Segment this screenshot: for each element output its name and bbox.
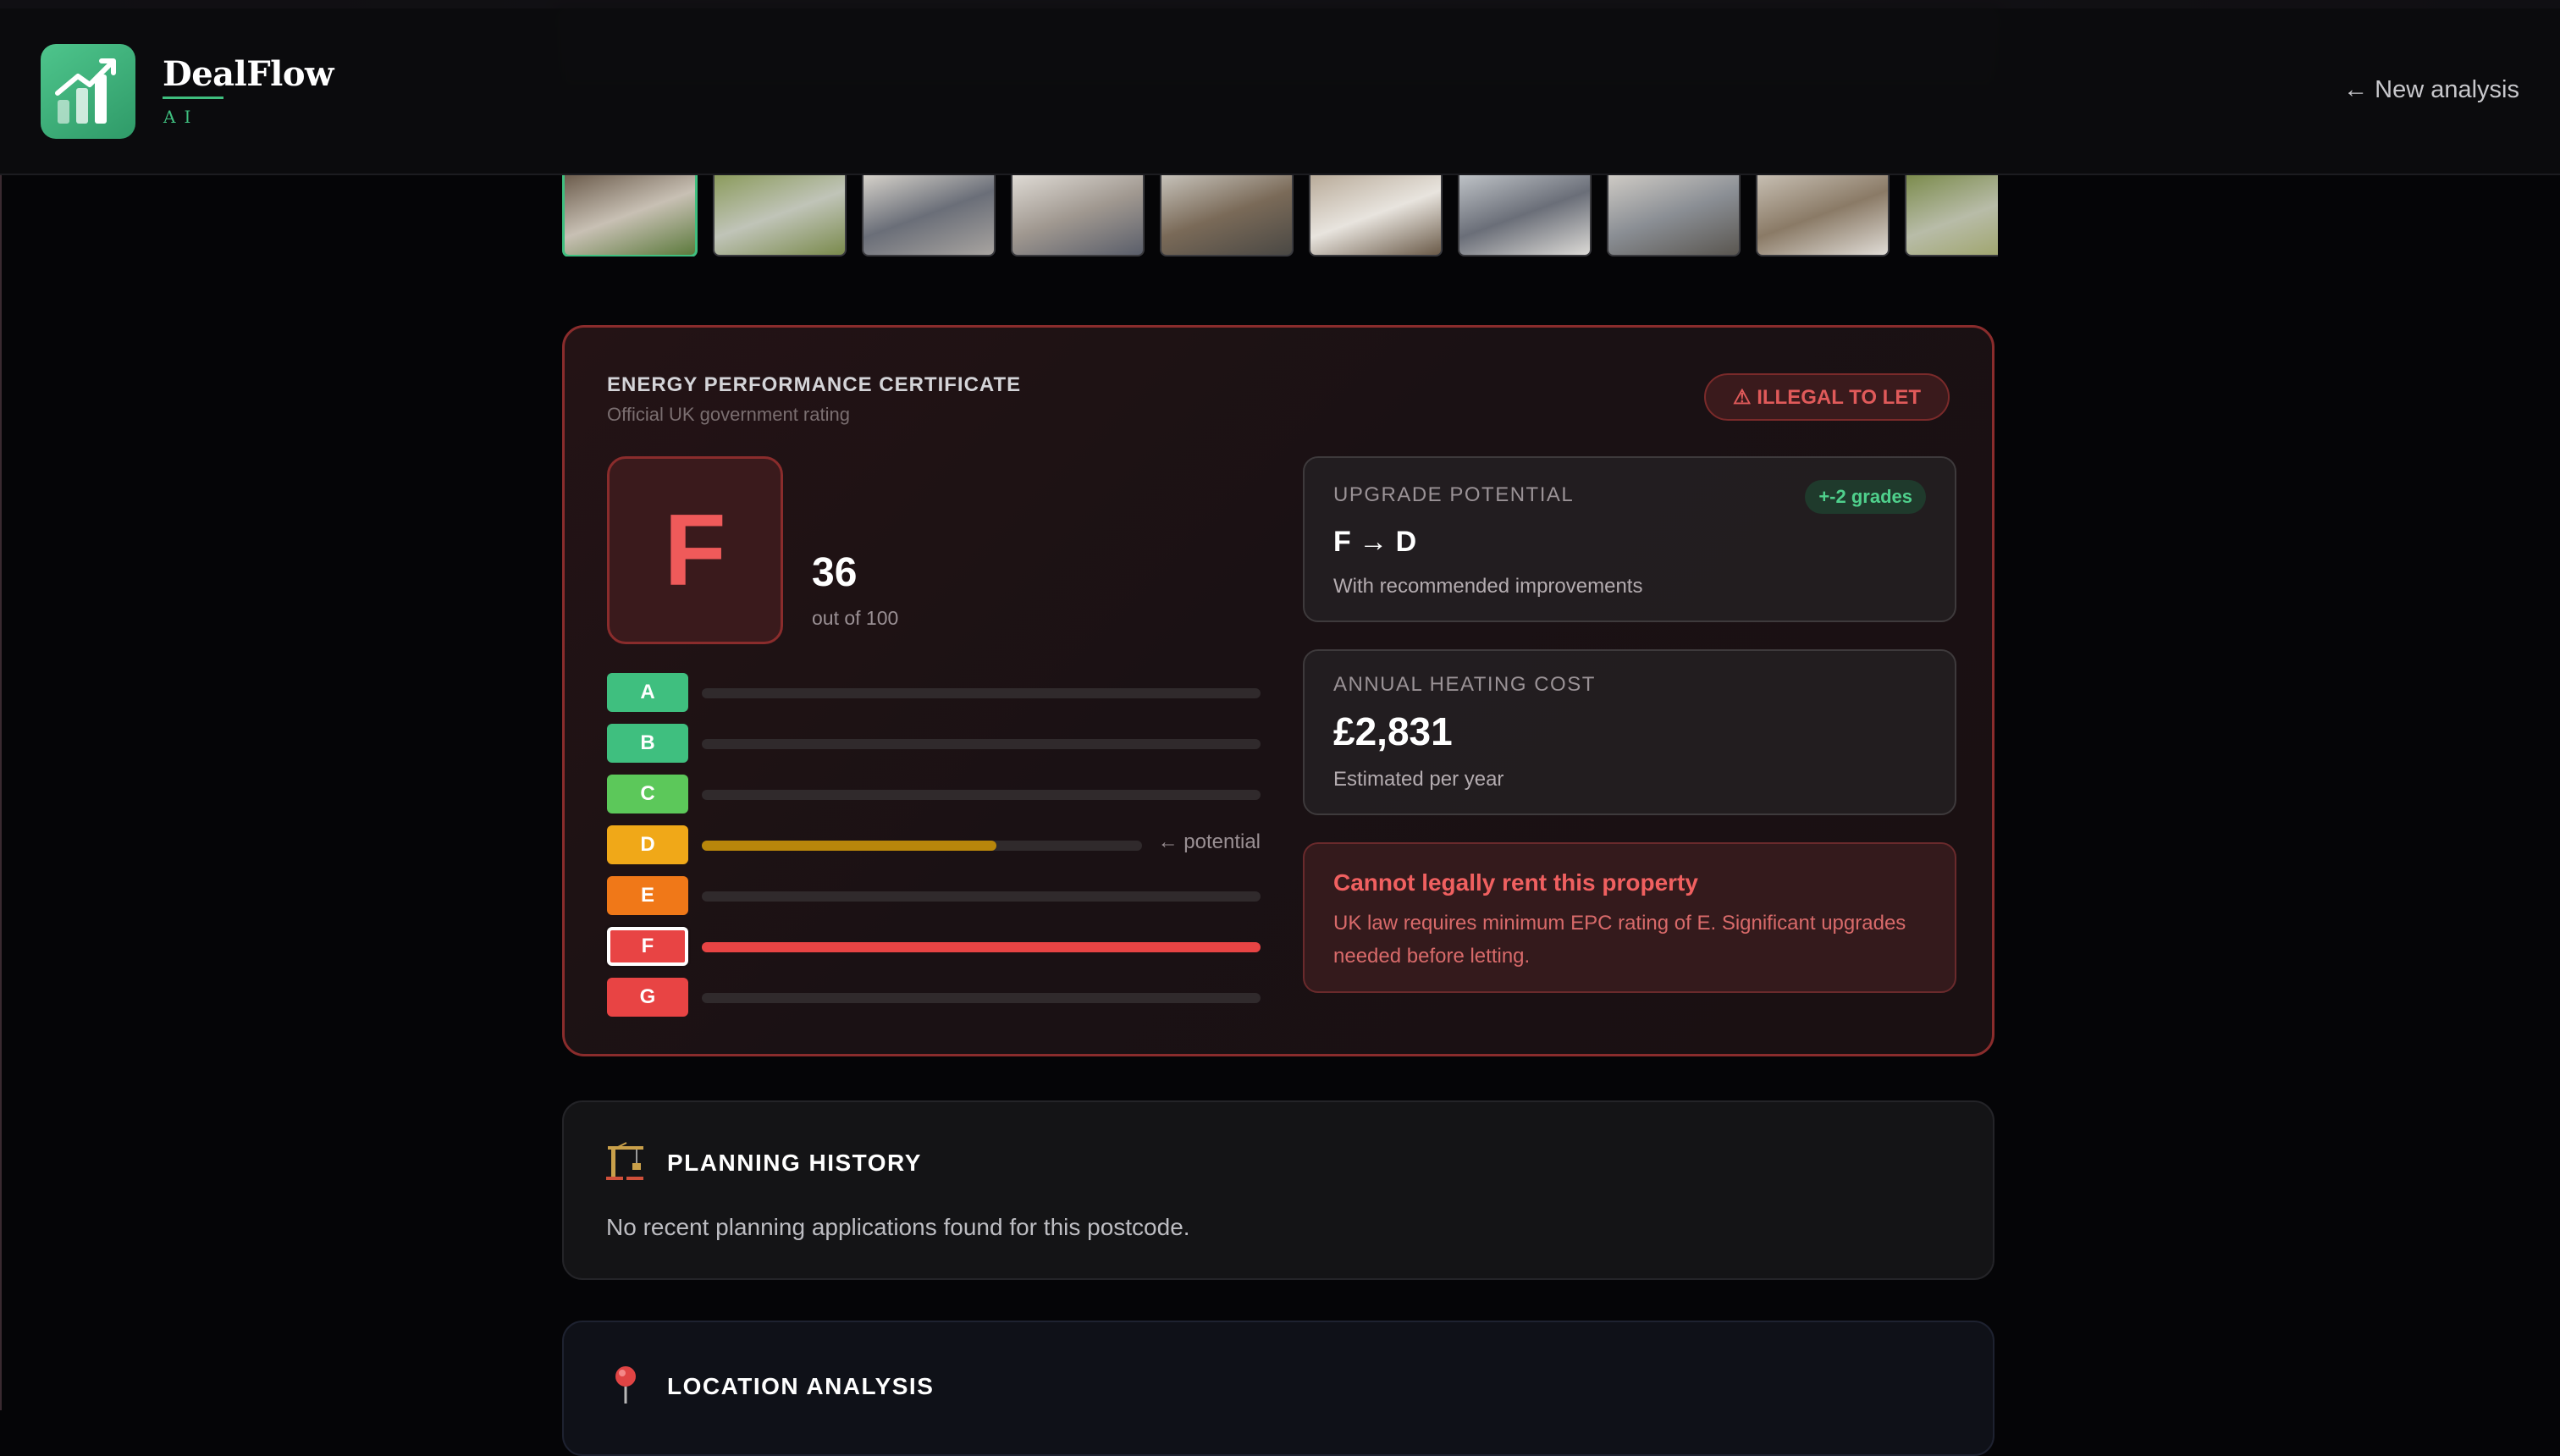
legal-warning-card: Cannot legally rent this property UK law… (1303, 842, 1956, 993)
epc-band-track (702, 891, 1261, 902)
thumbnail-living-kitchen[interactable] (1607, 174, 1741, 256)
epc-band-row-a: A (607, 673, 1261, 712)
epc-band-label-f: F (607, 927, 688, 966)
upgrade-potential-subtitle: With recommended improvements (1333, 575, 1643, 598)
growth-chart-icon (55, 58, 116, 124)
epc-grade-letter: F (664, 494, 726, 607)
epc-score-subtitle: out of 100 (812, 607, 899, 629)
planning-history-title: PLANNING HISTORY (667, 1150, 922, 1176)
epc-band-label-g: G (607, 978, 688, 1017)
epc-band-label-d: D (607, 825, 688, 864)
epc-band-track (702, 841, 1142, 851)
thumbnail-bathroom[interactable] (1756, 174, 1890, 256)
annual-heating-cost-card: ANNUAL HEATING COST £2,831 Estimated per… (1303, 649, 1956, 815)
thumbnail-park-aerial[interactable] (713, 174, 847, 256)
illegal-to-let-badge[interactable]: ⚠ ILLEGAL TO LET (1704, 373, 1950, 421)
app-header: DealFlow AI ← New analysis (0, 0, 2560, 175)
epc-band-label-a: A (607, 673, 688, 712)
epc-band-row-d: D ← potential (607, 825, 1261, 864)
thumbnail-twin-bedroom[interactable] (1458, 174, 1592, 256)
epc-title: ENERGY PERFORMANCE CERTIFICATE (607, 373, 1022, 396)
epc-band-row-g: G (607, 978, 1261, 1017)
epc-grade-box: F (607, 456, 783, 644)
left-edge-divider (0, 174, 2, 1410)
epc-band-fill (702, 841, 997, 851)
heating-cost-value: £2,831 (1333, 709, 1453, 753)
brand-name: DealFlow (163, 54, 334, 94)
epc-band-row-b: B (607, 724, 1261, 763)
epc-score: 36 (812, 550, 858, 595)
upgrade-potential-card: UPGRADE POTENTIAL +-2 grades F → D With … (1303, 456, 1956, 622)
heating-cost-subtitle: Estimated per year (1333, 768, 1504, 791)
thumbnail-dining-area[interactable] (862, 174, 996, 256)
epc-band-row-c: C (607, 775, 1261, 813)
photo-thumbnail-strip[interactable] (562, 174, 1998, 256)
heating-cost-label: ANNUAL HEATING COST (1333, 673, 1596, 696)
map-pin-icon (615, 1366, 636, 1404)
legal-warning-text: UK law requires minimum EPC rating of E.… (1333, 912, 1906, 968)
epc-band-row-e: E (607, 876, 1261, 915)
new-analysis-link[interactable]: ← New analysis (2343, 76, 2519, 104)
epc-band-track (702, 942, 1261, 952)
thumbnail-site-aerial[interactable] (1905, 174, 1998, 256)
planning-history-card: PLANNING HISTORY No recent planning appl… (562, 1100, 1994, 1280)
planning-history-text: No recent planning applications found fo… (606, 1214, 1190, 1240)
thumbnail-kitchen[interactable] (1160, 174, 1294, 256)
epc-band-track (702, 688, 1261, 698)
epc-band-label-b: B (607, 724, 688, 763)
epc-band-fill (702, 942, 1261, 952)
potential-marker-label: ← potential (1157, 830, 1261, 853)
epc-band-track (702, 993, 1261, 1003)
thumbnail-lodge-exterior[interactable] (562, 174, 698, 256)
brand-underline (163, 97, 223, 99)
brand-subtitle: AI (163, 107, 200, 127)
location-analysis-card: LOCATION ANALYSIS (562, 1321, 1994, 1456)
app-logo[interactable] (41, 44, 135, 139)
epc-card: ENERGY PERFORMANCE CERTIFICATE Official … (562, 325, 1994, 1056)
grade-improvement-pill: +-2 grades (1805, 480, 1926, 514)
thumbnail-hallway[interactable] (1011, 174, 1145, 256)
epc-band-label-c: C (607, 775, 688, 813)
upgrade-potential-label: UPGRADE POTENTIAL (1333, 483, 1575, 506)
epc-subtitle: Official UK government rating (607, 404, 850, 425)
thumbnail-bedroom[interactable] (1309, 174, 1443, 256)
construction-crane-icon (606, 1142, 643, 1180)
epc-band-row-f: F (607, 927, 1261, 966)
epc-band-label-e: E (607, 876, 688, 915)
legal-warning-title: Cannot legally rent this property (1333, 869, 1698, 896)
location-analysis-title: LOCATION ANALYSIS (667, 1373, 935, 1399)
upgrade-potential-value: F → D (1333, 526, 1417, 558)
epc-band-track (702, 739, 1261, 749)
epc-band-track (702, 790, 1261, 800)
